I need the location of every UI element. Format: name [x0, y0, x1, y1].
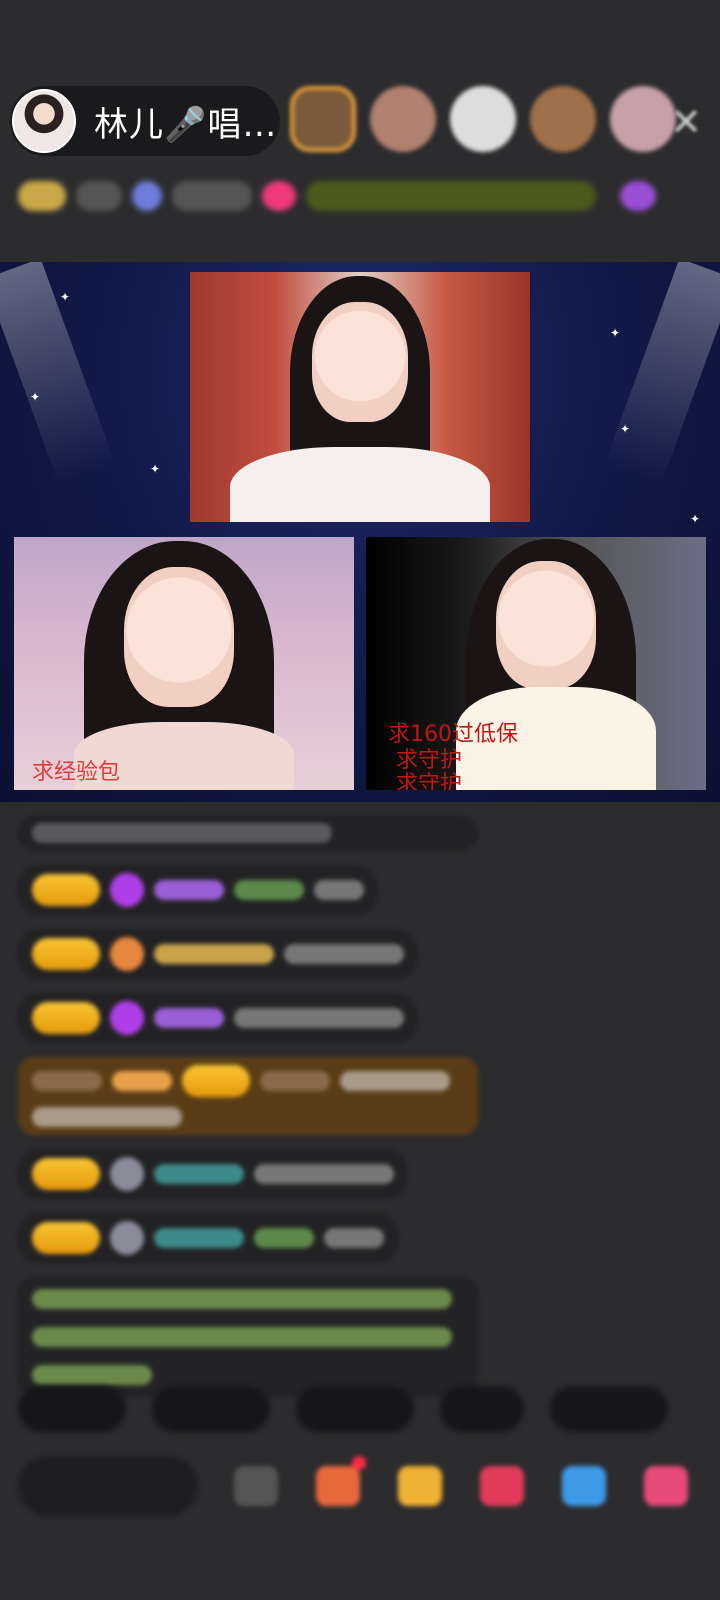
- level-badge: [32, 874, 100, 906]
- guest-right-text-1: 求160过低保: [388, 722, 518, 747]
- star-decoration: ✦: [690, 512, 701, 526]
- live-room: 林儿🎤唱… ✕ ✦ ✦ ✦ ✦ ✦ ✦ 求经验包 求160过低保 求守护 求守护: [0, 0, 720, 1600]
- gift-box-icon[interactable]: [316, 1456, 366, 1506]
- star-decoration: ✦: [620, 422, 631, 436]
- chat-message: [18, 1149, 408, 1199]
- level-badge: [32, 938, 100, 970]
- chat-message: [18, 1213, 398, 1263]
- gem-icon: [110, 873, 144, 907]
- level-badge: [32, 1002, 100, 1034]
- viewer-avatar[interactable]: [290, 86, 356, 152]
- mic-icon[interactable]: [234, 1466, 278, 1506]
- level-badge: [32, 1158, 100, 1190]
- tag-chip[interactable]: [306, 181, 596, 211]
- quick-reply-chip[interactable]: [440, 1386, 524, 1432]
- user-icon: [110, 1221, 144, 1255]
- chat-message: [18, 929, 418, 979]
- heart-icon[interactable]: [480, 1466, 524, 1506]
- chat-message: [18, 815, 478, 851]
- quick-reply-chip[interactable]: [550, 1386, 668, 1432]
- guest-right-text-2: 求守护: [396, 748, 463, 773]
- tag-chip[interactable]: [18, 181, 66, 211]
- flame-icon: [110, 937, 144, 971]
- notification-dot: [352, 1456, 366, 1470]
- announcement-message: [18, 1277, 478, 1397]
- chat-message: [18, 993, 418, 1043]
- viewer-avatar[interactable]: [530, 86, 596, 152]
- viewer-avatar[interactable]: [450, 86, 516, 152]
- top-viewers: [290, 86, 676, 152]
- guest-video-left[interactable]: 求经验包: [14, 537, 354, 790]
- user-icon: [110, 1157, 144, 1191]
- share-icon[interactable]: [562, 1466, 606, 1506]
- level-badge: [182, 1065, 250, 1097]
- guest-video-right[interactable]: 求160过低保 求守护 求守护: [366, 537, 706, 790]
- tag-chip[interactable]: [262, 181, 296, 211]
- star-decoration: ✦: [60, 290, 71, 304]
- guest-right-text-3: 求守护: [396, 772, 463, 790]
- gift-icon[interactable]: [398, 1466, 442, 1506]
- viewer-avatar[interactable]: [370, 86, 436, 152]
- close-icon[interactable]: ✕: [664, 100, 708, 144]
- quick-reply-chip[interactable]: [18, 1386, 126, 1432]
- level-badge: [32, 1222, 100, 1254]
- comment-input[interactable]: [18, 1456, 198, 1516]
- tag-chip[interactable]: [76, 181, 122, 211]
- more-icon[interactable]: [644, 1466, 688, 1506]
- tag-chip[interactable]: [132, 181, 162, 211]
- video-stage[interactable]: ✦ ✦ ✦ ✦ ✦ ✦ 求经验包 求160过低保 求守护 求守护: [0, 262, 720, 802]
- room-tags-row[interactable]: [18, 170, 698, 222]
- host-name: 林儿🎤唱…: [94, 104, 278, 145]
- gem-icon: [110, 1001, 144, 1035]
- tag-chip[interactable]: [172, 181, 252, 211]
- host-avatar[interactable]: [12, 89, 76, 153]
- chat-message: [18, 865, 378, 915]
- star-decoration: ✦: [610, 326, 621, 340]
- quick-reply-chip[interactable]: [296, 1386, 414, 1432]
- host-info-pill[interactable]: 林儿🎤唱…: [10, 86, 280, 156]
- host-video[interactable]: [190, 272, 530, 522]
- quick-replies: [18, 1386, 668, 1432]
- bottom-action-bar: [18, 1452, 708, 1520]
- tag-chip[interactable]: [620, 181, 656, 211]
- quick-reply-chip[interactable]: [152, 1386, 270, 1432]
- system-message: [18, 1057, 478, 1135]
- chat-list[interactable]: [18, 815, 488, 1411]
- star-decoration: ✦: [150, 462, 161, 476]
- guest-left-caption: 求经验包: [32, 760, 121, 785]
- star-decoration: ✦: [30, 390, 41, 404]
